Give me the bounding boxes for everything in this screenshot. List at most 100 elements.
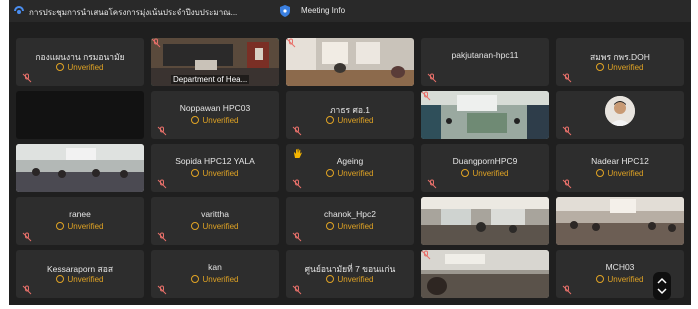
verification-status: Unverified <box>16 222 144 231</box>
mic-muted-icon <box>421 91 431 101</box>
teams-meeting-window: การประชุมการนำเสนอโครงการมุ่งเน้นประจำปี… <box>9 0 691 305</box>
participant-tile[interactable]: Nadear HPC12 Unverified <box>556 144 684 192</box>
status-text: Unverified <box>67 222 104 231</box>
status-text: Unverified <box>202 275 239 284</box>
mic-muted-icon <box>286 38 296 48</box>
video-feed <box>421 91 549 139</box>
mic-muted-icon <box>427 179 437 189</box>
unverified-icon <box>56 275 65 283</box>
status-text: Unverified <box>607 275 644 284</box>
participant-video-tile[interactable] <box>556 197 684 245</box>
participant-tile[interactable]: chanok_Hpc2 Unverified <box>286 197 414 245</box>
participant-name: ศูนย์อนามัยที่ 7 ขอนแก่น <box>304 264 396 274</box>
video-feed <box>421 250 549 298</box>
participant-tile[interactable]: ภาธร ศอ.1 Unverified <box>286 91 414 139</box>
participant-tile[interactable]: Sopida HPC12 YALA Unverified <box>151 144 279 192</box>
video-caption: Department of Hea... <box>171 75 250 84</box>
verification-status: Unverified <box>151 222 279 231</box>
unverified-icon <box>596 275 605 283</box>
participant-tile[interactable] <box>556 91 684 139</box>
participant-video-tile[interactable] <box>16 144 144 192</box>
participant-name: Nadear HPC12 <box>591 156 649 166</box>
participant-name: ภาธร ศอ.1 <box>329 105 371 115</box>
unverified-icon <box>461 169 470 177</box>
verification-status: Unverified <box>556 63 684 72</box>
participant-tile[interactable]: Kessaraporn สอส Unverified <box>16 250 144 298</box>
mic-muted-icon <box>157 232 167 242</box>
unverified-icon <box>191 169 200 177</box>
mic-muted-icon <box>22 73 32 83</box>
verification-status: Unverified <box>286 222 414 231</box>
unverified-icon <box>596 63 605 71</box>
participant-name: Kessaraporn สอส <box>46 264 114 274</box>
participant-tile[interactable]: DuangpornHPC9 Unverified <box>421 144 549 192</box>
participant-tile[interactable]: kan Unverified <box>151 250 279 298</box>
mic-muted-icon <box>22 285 32 295</box>
participant-name: MCH03 <box>605 262 635 272</box>
status-text: Unverified <box>607 63 644 72</box>
grid-scroll-control[interactable] <box>653 272 671 300</box>
mic-muted-icon <box>427 73 437 83</box>
participant-tile[interactable]: กองแผนงาน กรมอนามัย Unverified <box>16 38 144 86</box>
unverified-icon <box>191 275 200 283</box>
mic-muted-icon <box>22 232 32 242</box>
video-feed <box>16 144 144 192</box>
participant-tile[interactable]: Noppawan HPC03 Unverified <box>151 91 279 139</box>
participant-name: ranee <box>69 209 91 219</box>
participant-name: Sopida HPC12 YALA <box>175 156 255 166</box>
mic-muted-icon <box>562 126 572 136</box>
participant-name: DuangpornHPC9 <box>452 156 518 166</box>
status-text: Unverified <box>337 275 374 284</box>
participant-video-tile[interactable] <box>421 197 549 245</box>
video-feed <box>421 197 549 245</box>
status-text: Unverified <box>337 169 374 178</box>
meeting-app-icon <box>14 6 24 14</box>
participant-avatar <box>605 96 635 126</box>
meeting-info-link[interactable]: Meeting Info <box>301 6 345 15</box>
participant-tile-blank[interactable] <box>16 91 144 139</box>
verification-status: Unverified <box>556 169 684 178</box>
verification-status: Unverified <box>16 63 144 72</box>
verification-status: Unverified <box>16 275 144 284</box>
chevron-up-down-icon <box>657 277 667 295</box>
mic-muted-icon <box>157 285 167 295</box>
participant-grid: กองแผนงาน กรมอนามัย Unverified Departmen… <box>16 38 684 298</box>
participant-video-tile[interactable] <box>421 91 549 139</box>
unverified-icon <box>596 169 605 177</box>
participant-tile[interactable]: pakjutanan-hpc11 <box>421 38 549 86</box>
participant-video-tile[interactable] <box>421 250 549 298</box>
participant-video-tile[interactable] <box>286 38 414 86</box>
participant-tile[interactable]: ศูนย์อนามัยที่ 7 ขอนแก่น Unverified <box>286 250 414 298</box>
verification-status: Unverified <box>286 275 414 284</box>
participant-video-tile[interactable]: Department of Hea... <box>151 38 279 86</box>
unverified-icon <box>326 169 335 177</box>
status-text: Unverified <box>607 169 644 178</box>
status-text: Unverified <box>202 116 239 125</box>
mic-muted-icon <box>562 179 572 189</box>
participant-tile[interactable]: สมพร กพร.DOH Unverified <box>556 38 684 86</box>
video-feed <box>286 38 414 86</box>
status-text: Unverified <box>337 116 374 125</box>
status-text: Unverified <box>472 169 509 178</box>
unverified-icon <box>326 116 335 124</box>
mic-muted-icon <box>421 250 431 260</box>
participant-tile[interactable]: Ageing Unverified <box>286 144 414 192</box>
unverified-icon <box>56 63 65 71</box>
verification-status: Unverified <box>151 275 279 284</box>
status-text: Unverified <box>202 169 239 178</box>
unverified-icon <box>326 275 335 283</box>
shield-icon[interactable] <box>279 4 291 18</box>
unverified-icon <box>191 116 200 124</box>
status-text: Unverified <box>67 275 104 284</box>
participant-tile[interactable]: ranee Unverified <box>16 197 144 245</box>
verification-status: Unverified <box>151 116 279 125</box>
mic-muted-icon <box>157 179 167 189</box>
unverified-icon <box>56 222 65 230</box>
participant-name: สมพร กพร.DOH <box>590 52 650 62</box>
mic-muted-icon <box>292 285 302 295</box>
meeting-title: การประชุมการนำเสนอโครงการมุ่งเน้นประจำปี… <box>29 8 238 17</box>
title-bar: การประชุมการนำเสนอโครงการมุ่งเน้นประจำปี… <box>9 0 691 22</box>
verification-status: Unverified <box>421 169 549 178</box>
participant-tile[interactable]: varittha Unverified <box>151 197 279 245</box>
participant-name: กองแผนงาน กรมอนามัย <box>35 52 125 62</box>
